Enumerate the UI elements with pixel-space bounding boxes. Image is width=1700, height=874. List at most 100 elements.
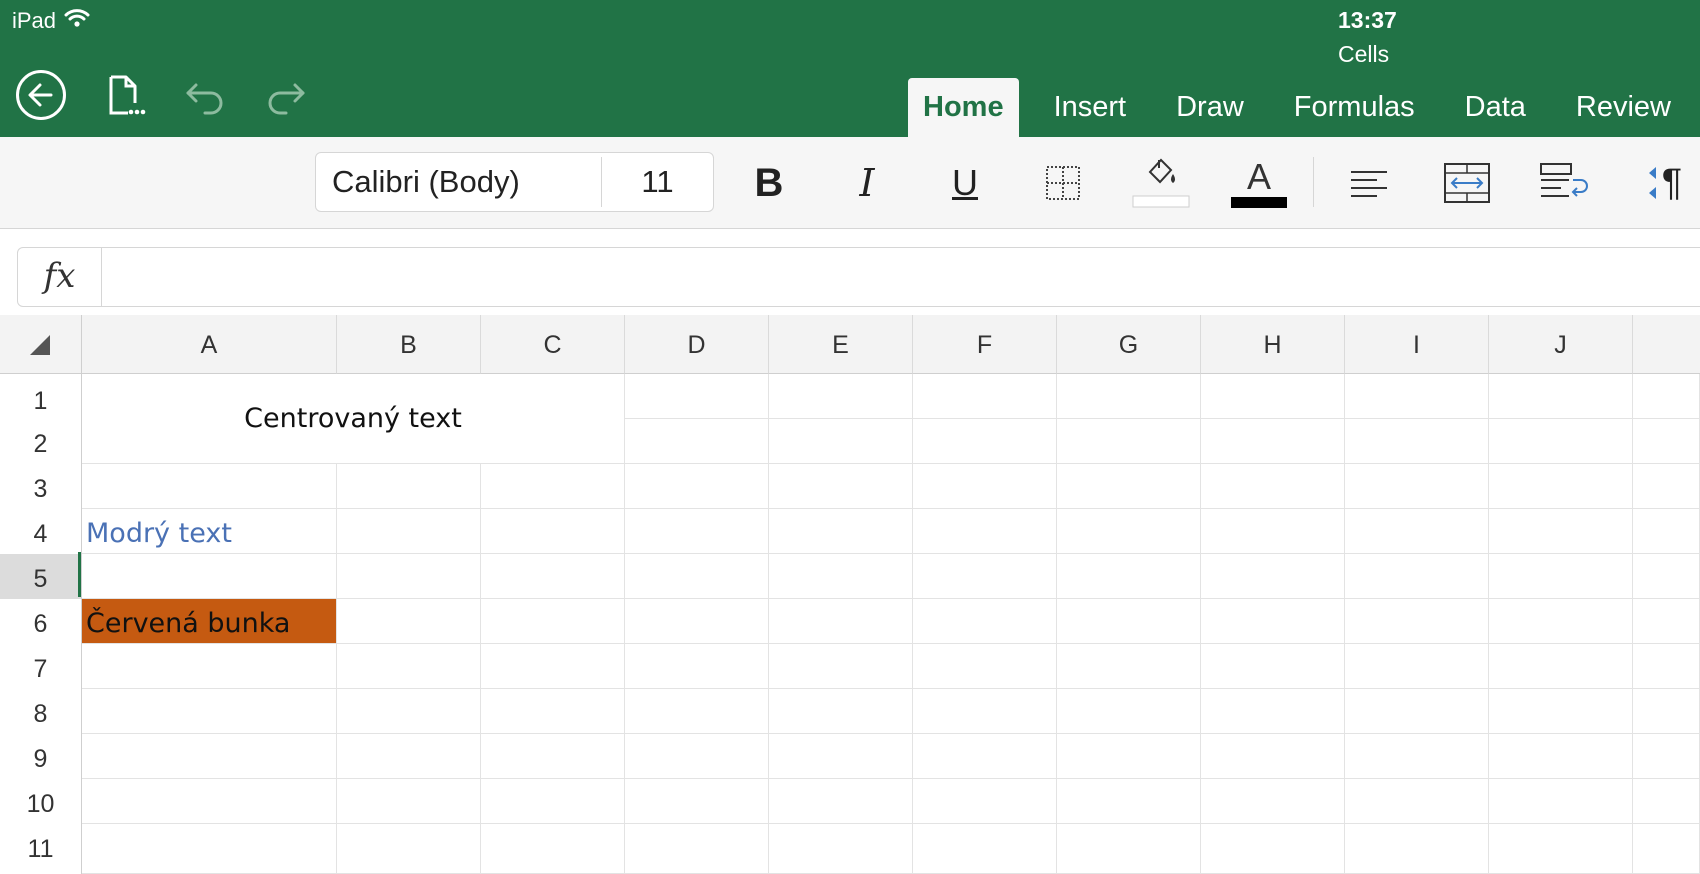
cell-c5[interactable] [481, 554, 625, 599]
cell-h9[interactable] [1201, 734, 1345, 779]
column-header-h[interactable]: H [1201, 315, 1345, 374]
tab-insert[interactable]: Insert [1037, 78, 1144, 137]
cell-i3[interactable] [1345, 464, 1489, 509]
cell-b7[interactable] [337, 644, 481, 689]
cell-g10[interactable] [1057, 779, 1201, 824]
cell-e4[interactable] [769, 509, 913, 554]
cell-k5[interactable] [1633, 554, 1700, 599]
column-header-j[interactable]: J [1489, 315, 1633, 374]
cell-d8[interactable] [625, 689, 769, 734]
cell-d10[interactable] [625, 779, 769, 824]
fill-color-button[interactable] [1126, 155, 1196, 211]
cell-f10[interactable] [913, 779, 1057, 824]
column-header-g[interactable]: G [1057, 315, 1201, 374]
cell-i11[interactable] [1345, 824, 1489, 874]
column-header-next[interactable] [1633, 315, 1700, 374]
column-header-i[interactable]: I [1345, 315, 1489, 374]
cell-b4[interactable] [337, 509, 481, 554]
cell-e9[interactable] [769, 734, 913, 779]
cell-f9[interactable] [913, 734, 1057, 779]
cell-e5[interactable] [769, 554, 913, 599]
row-header-2[interactable]: 2 [0, 419, 82, 464]
cell-g8[interactable] [1057, 689, 1201, 734]
cell-d5[interactable] [625, 554, 769, 599]
cell-f7[interactable] [913, 644, 1057, 689]
tab-review[interactable]: Review [1559, 78, 1688, 137]
cell-f5[interactable] [913, 554, 1057, 599]
cell-j2[interactable] [1489, 419, 1633, 464]
cell-i5[interactable] [1345, 554, 1489, 599]
cell-f6[interactable] [913, 599, 1057, 644]
cell-k7[interactable] [1633, 644, 1700, 689]
cell-h6[interactable] [1201, 599, 1345, 644]
cell-a10[interactable] [82, 779, 337, 824]
cell-i7[interactable] [1345, 644, 1489, 689]
underline-button[interactable]: U [930, 155, 1000, 211]
cell-k2[interactable] [1633, 419, 1700, 464]
cell-c6[interactable] [481, 599, 625, 644]
font-color-button[interactable]: A [1224, 155, 1294, 211]
cell-e11[interactable] [769, 824, 913, 874]
cell-f11[interactable] [913, 824, 1057, 874]
cell-j6[interactable] [1489, 599, 1633, 644]
cell-g1[interactable] [1057, 374, 1201, 419]
cell-b6[interactable] [337, 599, 481, 644]
row-header-5[interactable]: 5 [0, 554, 82, 599]
cell-k3[interactable] [1633, 464, 1700, 509]
cell-b9[interactable] [337, 734, 481, 779]
row-header-1[interactable]: 1 [0, 374, 82, 419]
cell-d9[interactable] [625, 734, 769, 779]
font-name-field[interactable]: Calibri (Body) [332, 153, 520, 211]
cell-f8[interactable] [913, 689, 1057, 734]
cell-g5[interactable] [1057, 554, 1201, 599]
cell-h1[interactable] [1201, 374, 1345, 419]
row-header-7[interactable]: 7 [0, 644, 82, 689]
cell-j3[interactable] [1489, 464, 1633, 509]
cell-j7[interactable] [1489, 644, 1633, 689]
cell-b3[interactable] [337, 464, 481, 509]
cell-g7[interactable] [1057, 644, 1201, 689]
cell-g4[interactable] [1057, 509, 1201, 554]
paragraph-direction-button[interactable]: ¶ [1628, 155, 1700, 211]
cell-c4[interactable] [481, 509, 625, 554]
row-header-8[interactable]: 8 [0, 689, 82, 734]
undo-icon[interactable] [178, 68, 232, 122]
cell-a8[interactable] [82, 689, 337, 734]
cell-d3[interactable] [625, 464, 769, 509]
cell-h10[interactable] [1201, 779, 1345, 824]
cell-e6[interactable] [769, 599, 913, 644]
cell-c8[interactable] [481, 689, 625, 734]
cell-h4[interactable] [1201, 509, 1345, 554]
cell-i6[interactable] [1345, 599, 1489, 644]
cell-e3[interactable] [769, 464, 913, 509]
cell-j10[interactable] [1489, 779, 1633, 824]
cell-a6[interactable]: Červená bunka [82, 599, 337, 644]
back-icon[interactable] [14, 68, 68, 122]
cell-i2[interactable] [1345, 419, 1489, 464]
cell-b5[interactable] [337, 554, 481, 599]
bold-button[interactable]: B [734, 155, 804, 211]
cell-k9[interactable] [1633, 734, 1700, 779]
row-header-6[interactable]: 6 [0, 599, 82, 644]
row-header-3[interactable]: 3 [0, 464, 82, 509]
merged-cell-a1-c2[interactable]: Centrovaný text [82, 374, 625, 464]
row-header-11[interactable]: 11 [0, 824, 82, 874]
cell-h11[interactable] [1201, 824, 1345, 874]
cell-c3[interactable] [481, 464, 625, 509]
column-header-c[interactable]: C [481, 315, 625, 374]
column-header-a[interactable]: A [82, 315, 337, 374]
cell-j1[interactable] [1489, 374, 1633, 419]
cell-e10[interactable] [769, 779, 913, 824]
redo-icon[interactable] [259, 68, 313, 122]
cell-f4[interactable] [913, 509, 1057, 554]
cell-a5[interactable] [82, 554, 337, 599]
cell-a4[interactable]: Modrý text [82, 509, 337, 554]
cell-g11[interactable] [1057, 824, 1201, 874]
merge-center-button[interactable] [1432, 155, 1502, 211]
cell-i4[interactable] [1345, 509, 1489, 554]
cell-j9[interactable] [1489, 734, 1633, 779]
cell-g2[interactable] [1057, 419, 1201, 464]
cell-j11[interactable] [1489, 824, 1633, 874]
cell-h8[interactable] [1201, 689, 1345, 734]
cell-e1[interactable] [769, 374, 913, 419]
